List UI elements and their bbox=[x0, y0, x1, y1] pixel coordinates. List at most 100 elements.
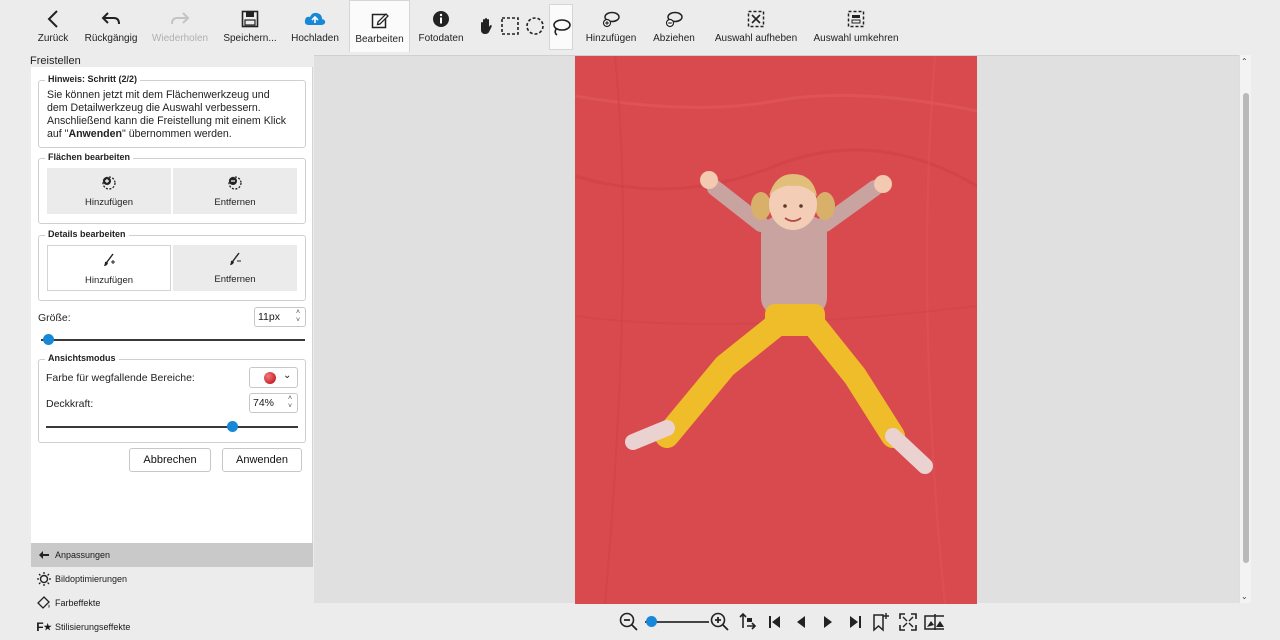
hint-line-4: auf "Anwenden" übernommen werden. bbox=[47, 128, 303, 141]
edit-icon bbox=[371, 9, 389, 31]
scrollbar-thumb[interactable] bbox=[1243, 93, 1249, 563]
fit-arrows-icon[interactable] bbox=[737, 612, 757, 632]
deselect-button[interactable]: Auswahl aufheben bbox=[714, 0, 798, 52]
opacity-value: 74% bbox=[253, 397, 275, 409]
scroll-up-icon[interactable]: ⌃ bbox=[1241, 57, 1248, 66]
invert-selection-label: Auswahl umkehren bbox=[813, 33, 899, 44]
area-remove-icon bbox=[227, 174, 243, 193]
detail-remove-button[interactable]: Entfernen bbox=[173, 245, 297, 291]
hint-line-4-pre: auf " bbox=[47, 128, 69, 140]
arrow-left-icon bbox=[36, 547, 52, 563]
accordion-stylization-effects[interactable]: F ★ Stilisierungseffekte bbox=[31, 615, 313, 639]
zoom-out-icon[interactable] bbox=[619, 612, 639, 632]
size-label: Größe: bbox=[38, 312, 71, 324]
hint-line-2: dem Detailwerkzeug die Auswahl verbesser… bbox=[47, 102, 261, 114]
redo-icon bbox=[170, 8, 190, 30]
area-remove-label: Entfernen bbox=[214, 197, 256, 208]
color-dropdown[interactable]: ⌄ bbox=[249, 367, 298, 388]
bookmark-add-icon[interactable] bbox=[871, 612, 891, 632]
subtract-selection-button[interactable]: Abziehen bbox=[651, 0, 697, 52]
accordion-image-optimization[interactable]: Bildoptimierungen bbox=[31, 567, 313, 591]
toolbar: Zurück Rückgängig Wiederholen Speichern.… bbox=[0, 0, 1280, 52]
hand-icon[interactable] bbox=[475, 15, 497, 37]
opacity-slider-knob[interactable] bbox=[226, 421, 238, 432]
vertical-scrollbar[interactable]: ⌃ ⌄ bbox=[1239, 55, 1251, 603]
save-icon bbox=[241, 8, 259, 30]
subtract-selection-label: Abziehen bbox=[653, 33, 695, 44]
details-group: Details bearbeiten Hinzufügen Entfernen bbox=[38, 229, 306, 301]
area-add-icon bbox=[101, 174, 117, 193]
hint-text: Sie können jetzt mit dem Flächenwerkzeug… bbox=[47, 89, 303, 141]
area-remove-button[interactable]: Entfernen bbox=[173, 168, 297, 214]
area-add-label: Hinzufügen bbox=[84, 197, 134, 208]
app-window: Zurück Rückgängig Wiederholen Speichern.… bbox=[0, 0, 1280, 640]
info-icon bbox=[432, 8, 450, 30]
compare-view-icon[interactable] bbox=[924, 612, 944, 632]
area-add-button[interactable]: Hinzufügen bbox=[47, 168, 171, 214]
fx-icon: F ★ bbox=[36, 620, 52, 634]
accordion-color-effects[interactable]: Farbeffekte bbox=[31, 591, 313, 615]
lasso-icon[interactable] bbox=[549, 4, 573, 50]
cancel-button[interactable]: Abbrechen bbox=[129, 448, 211, 472]
lasso-add-icon bbox=[601, 8, 621, 30]
areas-legend: Flächen bearbeiten bbox=[45, 152, 134, 162]
first-image-icon[interactable] bbox=[765, 612, 785, 632]
accordion-adjustments-label: Anpassungen bbox=[55, 550, 111, 560]
opacity-label: Deckkraft: bbox=[46, 398, 94, 410]
accordion-color-effects-label: Farbeffekte bbox=[55, 598, 101, 608]
accordion-adjustments[interactable]: Anpassungen bbox=[31, 543, 313, 567]
undo-button[interactable]: Rückgängig bbox=[84, 0, 138, 52]
view-mode-legend: Ansichtsmodus bbox=[45, 353, 119, 363]
zoom-in-icon[interactable] bbox=[710, 612, 730, 632]
last-image-icon[interactable] bbox=[845, 612, 865, 632]
add-selection-button[interactable]: Hinzufügen bbox=[584, 0, 638, 52]
invert-selection-icon bbox=[847, 8, 865, 30]
opacity-stepper[interactable]: 74% ˄ ˅ bbox=[249, 393, 298, 413]
size-value: 11px bbox=[258, 311, 280, 323]
photodata-button[interactable]: Fotodaten bbox=[418, 0, 464, 52]
edit-button[interactable]: Bearbeiten bbox=[349, 0, 410, 52]
deselect-label: Auswahl aufheben bbox=[714, 33, 798, 44]
hint-line-4-post: " übernommen werden. bbox=[122, 128, 232, 140]
rectangle-select-icon[interactable] bbox=[499, 15, 521, 37]
save-label: Speichern... bbox=[223, 33, 277, 44]
ellipse-select-icon[interactable] bbox=[524, 15, 546, 37]
brush-remove-icon bbox=[227, 251, 243, 270]
previous-image-icon[interactable] bbox=[791, 612, 811, 632]
color-label: Farbe für wegfallende Bereiche: bbox=[46, 372, 195, 384]
accordion-image-optimization-label: Bildoptimierungen bbox=[55, 574, 128, 584]
zoom-slider-knob[interactable] bbox=[645, 616, 657, 627]
navigation-bar bbox=[314, 604, 1251, 640]
cloud-upload-icon bbox=[304, 8, 326, 30]
upload-button[interactable]: Hochladen bbox=[291, 0, 339, 52]
opacity-slider-track[interactable] bbox=[46, 426, 298, 428]
size-stepper[interactable]: 11px ˄ ˅ bbox=[254, 307, 306, 327]
apply-button[interactable]: Anwenden bbox=[222, 448, 302, 472]
redo-button[interactable]: Wiederholen bbox=[151, 0, 209, 52]
chevron-left-icon bbox=[46, 8, 60, 30]
add-selection-label: Hinzufügen bbox=[585, 33, 637, 44]
areas-group: Flächen bearbeiten Hinzufügen Entfernen bbox=[38, 152, 306, 224]
save-button[interactable]: Speichern... bbox=[222, 0, 278, 52]
invert-selection-button[interactable]: Auswahl umkehren bbox=[813, 0, 899, 52]
image-canvas[interactable] bbox=[314, 55, 1239, 604]
sun-icon bbox=[36, 571, 52, 587]
size-slider-track[interactable] bbox=[41, 339, 305, 341]
scroll-down-icon[interactable]: ⌄ bbox=[1241, 592, 1248, 601]
detail-remove-label: Entfernen bbox=[214, 274, 256, 285]
chevron-down-icon: ⌄ bbox=[283, 370, 292, 381]
edit-label: Bearbeiten bbox=[355, 34, 404, 45]
fullscreen-icon[interactable] bbox=[898, 612, 918, 632]
next-image-icon[interactable] bbox=[818, 612, 838, 632]
back-button[interactable]: Zurück bbox=[36, 0, 70, 52]
hint-line-1: Sie können jetzt mit dem Flächenwerkzeug… bbox=[47, 89, 270, 101]
detail-add-label: Hinzufügen bbox=[84, 275, 134, 286]
color-swatch bbox=[264, 372, 276, 384]
view-mode-group: Ansichtsmodus Farbe für wegfallende Bere… bbox=[38, 353, 306, 443]
stepper-arrows-icon[interactable]: ˄ ˅ bbox=[285, 395, 295, 411]
panel-title: Freistellen bbox=[30, 55, 81, 67]
stepper-arrows-icon[interactable]: ˄ ˅ bbox=[293, 309, 303, 325]
size-slider-knob[interactable] bbox=[43, 334, 55, 345]
hint-line-3: Anschließend kann die Freistellung mit e… bbox=[47, 115, 287, 127]
detail-add-button[interactable]: Hinzufügen bbox=[47, 245, 171, 291]
